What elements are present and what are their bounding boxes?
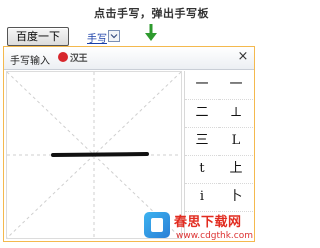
- site-watermark: 春思下载网 www.cdgthk.com: [140, 210, 258, 246]
- chevron-down-icon[interactable]: [108, 30, 120, 42]
- arrow-down-icon: [145, 24, 157, 46]
- candidate-item[interactable]: 一: [219, 71, 253, 100]
- panel-header: 手写输入 汉王 Hanvon ×: [4, 47, 254, 70]
- site-logo-icon: [144, 212, 170, 238]
- candidate-item[interactable]: 三: [185, 127, 219, 156]
- candidate-item[interactable]: t: [185, 155, 219, 184]
- candidate-item[interactable]: 二: [185, 99, 219, 128]
- panel-title: 手写输入: [10, 56, 50, 67]
- instruction-caption: 点击手写，弹出手写板: [94, 7, 209, 20]
- candidate-item[interactable]: 卜: [219, 183, 253, 212]
- close-icon[interactable]: ×: [236, 50, 250, 64]
- candidate-item[interactable]: i: [185, 183, 219, 212]
- search-button[interactable]: 百度一下: [7, 27, 69, 46]
- handwrite-link[interactable]: 手写: [87, 30, 107, 45]
- watermark-url: www.cdgthk.com: [176, 231, 254, 241]
- candidate-item[interactable]: ⊥: [219, 99, 253, 128]
- hanvon-logo: 汉王 Hanvon: [58, 51, 92, 64]
- candidate-item[interactable]: 上: [219, 155, 253, 184]
- watermark-title: 春思下载网: [174, 215, 242, 230]
- candidate-item[interactable]: L: [219, 127, 253, 156]
- candidate-item[interactable]: 一: [185, 71, 219, 100]
